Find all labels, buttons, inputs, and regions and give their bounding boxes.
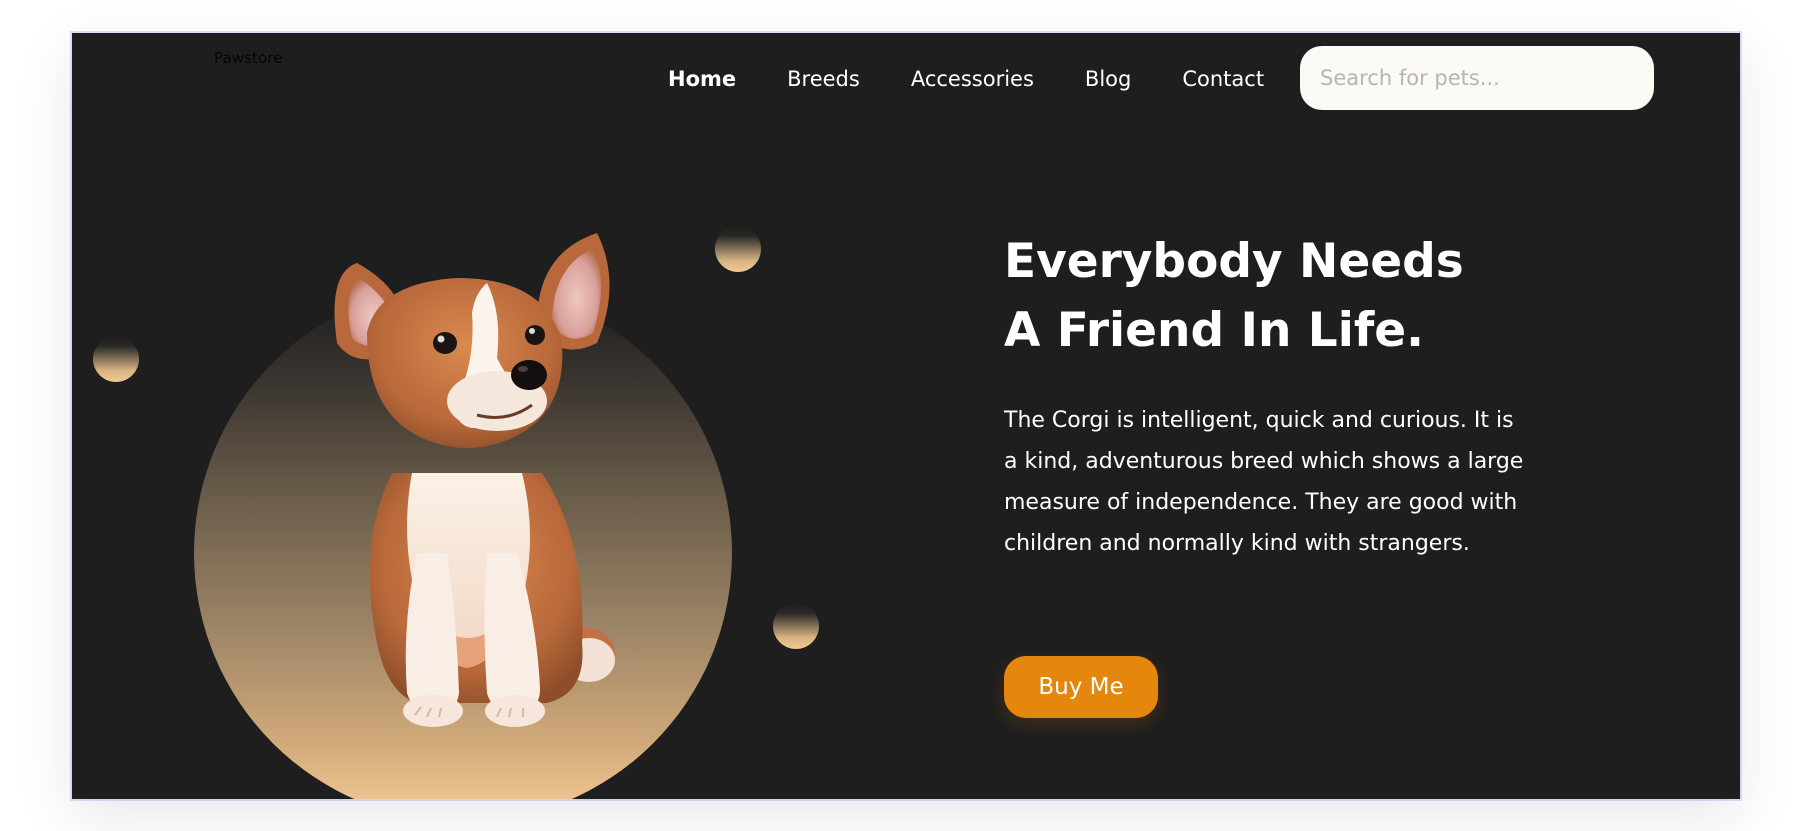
search-input[interactable]: [1300, 46, 1654, 110]
nav-blog[interactable]: Blog: [1085, 67, 1131, 91]
nav-home[interactable]: Home: [668, 67, 736, 91]
nav-breeds[interactable]: Breeds: [787, 67, 860, 91]
decorative-orb-left: [93, 336, 139, 382]
page-frame: Pawstore Home Breeds Accessories Blog Co…: [72, 33, 1740, 799]
hero-title-line-1: Everybody Needs: [1004, 234, 1464, 289]
decorative-orb-top: [715, 226, 761, 272]
main-nav: Home Breeds Accessories Blog Contact: [668, 64, 1264, 94]
hero-description: The Corgi is intelligent, quick and curi…: [1004, 408, 1524, 556]
corgi-puppy-image: [334, 233, 615, 727]
hero-title: Everybody Needs A Friend In Life.: [1004, 227, 1564, 365]
brand-logo[interactable]: Pawstore: [214, 49, 283, 67]
hero-title-line-2: A Friend In Life.: [1004, 303, 1425, 358]
nav-accessories[interactable]: Accessories: [911, 67, 1034, 91]
nav-contact[interactable]: Contact: [1182, 67, 1264, 91]
buy-me-button[interactable]: Buy Me: [1004, 656, 1158, 718]
decorative-orb-bottom: [773, 603, 819, 649]
